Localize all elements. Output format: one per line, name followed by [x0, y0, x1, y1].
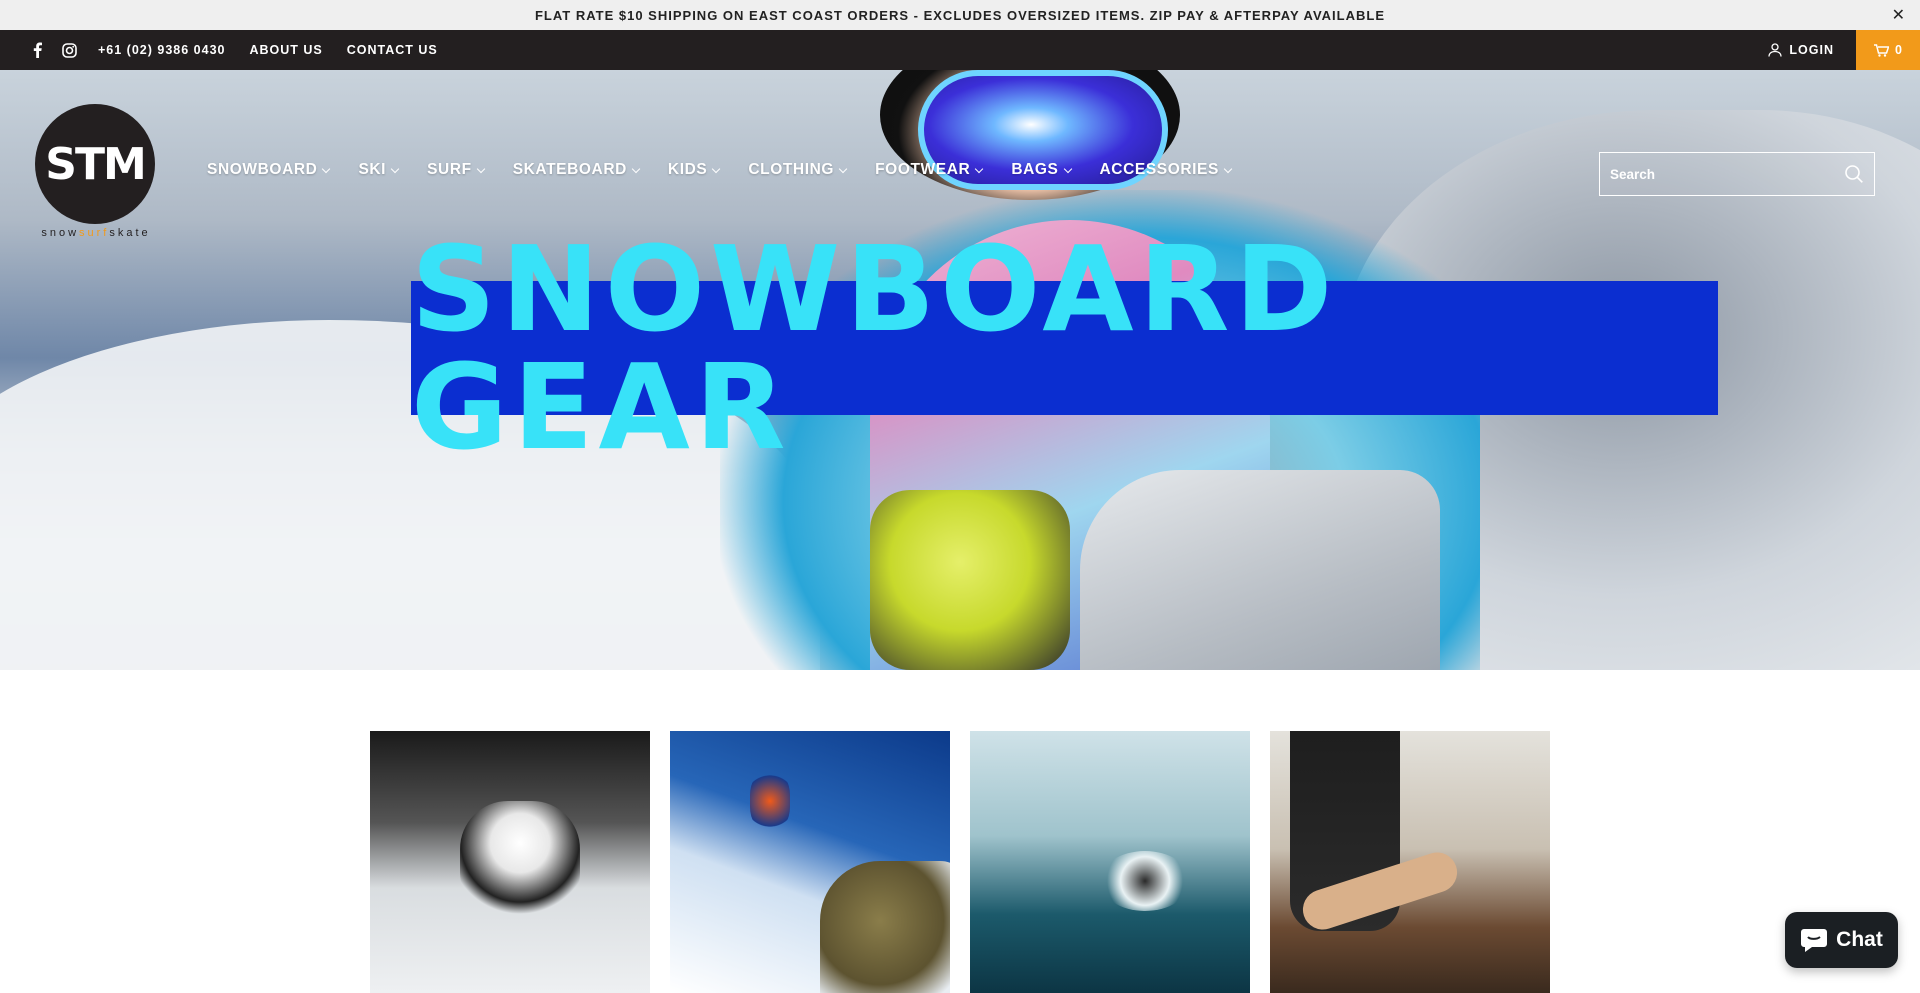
announcement-text: FLAT RATE $10 SHIPPING ON EAST COAST ORD…	[534, 7, 1385, 23]
user-icon	[1768, 43, 1783, 57]
nav-item-accessories[interactable]: ACCESSORIES	[1100, 161, 1233, 179]
close-icon[interactable]: ✕	[1892, 5, 1906, 25]
nav-item-snowboard[interactable]: SNOWBOARD	[207, 161, 331, 179]
hero-sleeve	[1080, 470, 1440, 670]
about-us-link[interactable]: ABOUT US	[249, 43, 322, 57]
chevron-down-icon	[390, 164, 400, 173]
chat-icon	[1801, 929, 1828, 952]
search-icon[interactable]	[1834, 153, 1874, 195]
chevron-down-icon	[1063, 164, 1072, 173]
logo-tagline: snowsurfskate	[41, 227, 151, 239]
search-input[interactable]	[1600, 153, 1834, 195]
phone-link[interactable]: +61 (02) 9386 0430	[98, 43, 225, 57]
chat-label: Chat	[1836, 928, 1883, 951]
login-link[interactable]: LOGIN	[1768, 30, 1834, 70]
contact-us-link[interactable]: CONTACT US	[347, 43, 438, 57]
nav-item-skateboard[interactable]: SKATEBOARD	[513, 161, 641, 179]
category-tile-ski[interactable]	[370, 731, 650, 993]
nav-item-clothing[interactable]: CLOTHING	[748, 161, 848, 179]
chevron-down-icon	[838, 164, 848, 173]
login-label: LOGIN	[1789, 43, 1834, 57]
category-tile-snowboard[interactable]	[670, 731, 950, 993]
announcement-bar: FLAT RATE $10 SHIPPING ON EAST COAST ORD…	[0, 0, 1920, 30]
surfer-image	[1100, 851, 1190, 911]
social-links	[28, 41, 78, 59]
nav-item-kids[interactable]: KIDS	[668, 161, 721, 179]
top-utility-bar: +61 (02) 9386 0430 ABOUT US CONTACT US L…	[0, 30, 1920, 70]
skier-image	[460, 801, 580, 921]
chat-button[interactable]: Chat	[1785, 912, 1898, 968]
chevron-down-icon	[476, 164, 485, 173]
nav-item-surf[interactable]: SURF	[427, 161, 485, 179]
main-navigation: SNOWBOARD SKI SURF SKATEBOARD KIDS CLOTH…	[207, 160, 1260, 180]
nav-item-bags[interactable]: BAGS	[1011, 161, 1072, 179]
category-tiles	[370, 731, 1550, 993]
chevron-down-icon	[1223, 164, 1233, 173]
logo-mark: STM	[45, 138, 146, 190]
logo-badge: STM	[35, 104, 155, 224]
site-logo[interactable]: STM snowsurfskate	[32, 104, 160, 240]
nav-item-footwear[interactable]: FOOTWEAR	[875, 161, 984, 179]
search-box	[1599, 152, 1875, 196]
chevron-down-icon	[631, 164, 641, 173]
instagram-icon[interactable]	[60, 41, 78, 59]
chevron-down-icon	[712, 164, 721, 173]
facebook-icon[interactable]	[28, 41, 46, 59]
cart-icon	[1874, 43, 1890, 57]
snowboarder-image	[750, 771, 790, 831]
chevron-down-icon	[322, 164, 331, 173]
rock-image	[820, 861, 950, 993]
category-tile-skateboard[interactable]	[1270, 731, 1550, 993]
category-tile-surf[interactable]	[970, 731, 1250, 993]
cart-count: 0	[1895, 43, 1902, 57]
nav-item-ski[interactable]: SKI	[358, 161, 400, 179]
hero-glove	[870, 490, 1070, 670]
hero-title-box: SNOWBOARD GEAR	[411, 230, 1718, 466]
chevron-down-icon	[975, 164, 984, 173]
hero-title: SNOWBOARD GEAR	[411, 220, 1338, 476]
cart-button[interactable]: 0	[1856, 30, 1920, 70]
